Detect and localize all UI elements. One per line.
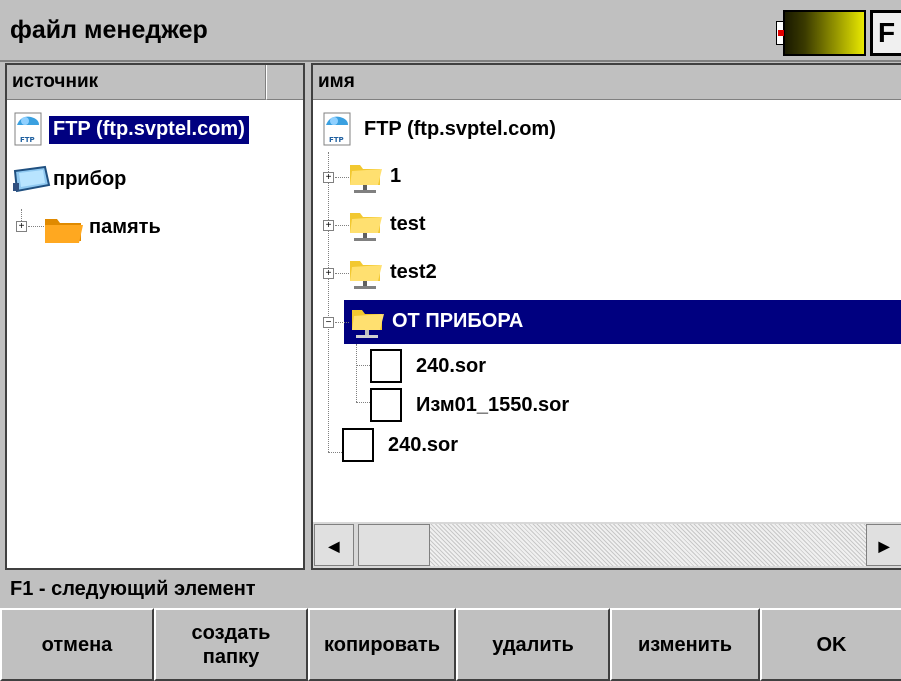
create-folder-button[interactable]: создать папку (154, 608, 308, 681)
folder-row-1[interactable]: + 1 (320, 157, 620, 197)
delete-button-label: удалить (492, 633, 574, 656)
file-icon (370, 349, 402, 383)
file-icon (370, 388, 402, 422)
folder-row-test2[interactable]: + test2 (320, 253, 620, 293)
source-item-memory-label: память (89, 216, 161, 238)
file-tree-root-label: FTP (ftp.svptel.com) (364, 118, 556, 140)
collapse-toggle[interactable]: − (323, 317, 334, 328)
battery-alert-indicator (778, 30, 784, 36)
ok-button-label: OK (816, 633, 847, 656)
network-folder-icon (350, 213, 382, 241)
source-item-ftp[interactable]: FTP FTP (ftp.svptel.com) (9, 106, 271, 154)
delete-button[interactable]: удалить (456, 608, 610, 681)
expand-toggle[interactable]: + (323, 220, 334, 231)
file-row-240-sor-child[interactable]: 240.sor (352, 347, 652, 387)
file-row-240-sor-root-label: 240.sor (388, 434, 459, 456)
network-folder-icon (352, 310, 384, 338)
svg-text:FTP: FTP (20, 136, 35, 144)
copy-button[interactable]: копировать (308, 608, 456, 681)
file-row-izm01-label: Изм01_1550.sor (416, 394, 570, 416)
network-folder-icon (350, 261, 382, 289)
scroll-right-button[interactable]: ▶ (866, 524, 901, 566)
svg-text:FTP: FTP (329, 136, 344, 144)
file-row-240-sor-root[interactable]: 240.sor (320, 426, 620, 466)
ok-button[interactable]: OK (760, 608, 901, 681)
battery-icon (783, 10, 866, 56)
window-title: файл менеджер (10, 16, 208, 44)
folder-row-from-device-content[interactable]: − ОТ ПРИБОРА (320, 300, 720, 344)
tree-line (328, 452, 342, 453)
folder-row-test-label: test (390, 213, 426, 235)
f-key-indicator[interactable]: F (870, 10, 901, 56)
scrollbar-thumb[interactable] (358, 524, 430, 566)
folder-row-from-device-label: ОТ ПРИБОРА (392, 310, 524, 332)
network-folder-icon (350, 165, 382, 193)
expand-toggle[interactable]: + (16, 221, 27, 232)
source-column-header-extra (266, 65, 303, 100)
tree-line (21, 209, 22, 221)
create-folder-label-line2: папку (202, 645, 260, 668)
tree-line (28, 226, 44, 227)
device-icon (13, 165, 51, 193)
file-tree-root[interactable]: FTP FTP (ftp.svptel.com) (320, 108, 620, 152)
expand-toggle[interactable]: + (323, 172, 334, 183)
source-item-device-label: прибор (53, 168, 127, 190)
file-icon (342, 428, 374, 462)
folder-row-1-label: 1 (390, 165, 402, 187)
rename-button[interactable]: изменить (610, 608, 760, 681)
tree-line (335, 225, 349, 226)
name-column-header[interactable]: имя (313, 65, 901, 100)
copy-button-label: копировать (323, 633, 440, 656)
tree-line (335, 273, 349, 274)
rename-button-label: изменить (637, 633, 733, 656)
file-row-izm01[interactable]: Изм01_1550.sor (352, 386, 652, 426)
file-row-240-sor-child-label: 240.sor (416, 355, 487, 377)
tree-line (356, 365, 370, 366)
create-folder-label-line1: создать (191, 621, 271, 644)
tree-line (335, 177, 349, 178)
scrollbar-track[interactable] (430, 524, 901, 566)
folder-icon (45, 219, 83, 243)
source-item-ftp-label: FTP (ftp.svptel.com) (49, 116, 249, 144)
tree-line (356, 402, 370, 403)
ftp-icon: FTP (14, 112, 42, 146)
tree-line (335, 322, 349, 323)
cancel-button-label: отмена (41, 633, 113, 656)
expand-toggle[interactable]: + (323, 268, 334, 279)
source-item-memory[interactable]: + память (9, 205, 271, 249)
cancel-button[interactable]: отмена (0, 608, 154, 681)
folder-row-test[interactable]: + test (320, 205, 620, 245)
ftp-icon: FTP (323, 112, 351, 146)
source-item-device[interactable]: прибор (9, 160, 271, 200)
folder-row-test2-label: test2 (390, 261, 437, 283)
scroll-left-button[interactable]: ◀ (314, 524, 354, 566)
source-column-header[interactable]: источник (7, 65, 266, 100)
status-hint: F1 - следующий элемент (10, 578, 256, 600)
